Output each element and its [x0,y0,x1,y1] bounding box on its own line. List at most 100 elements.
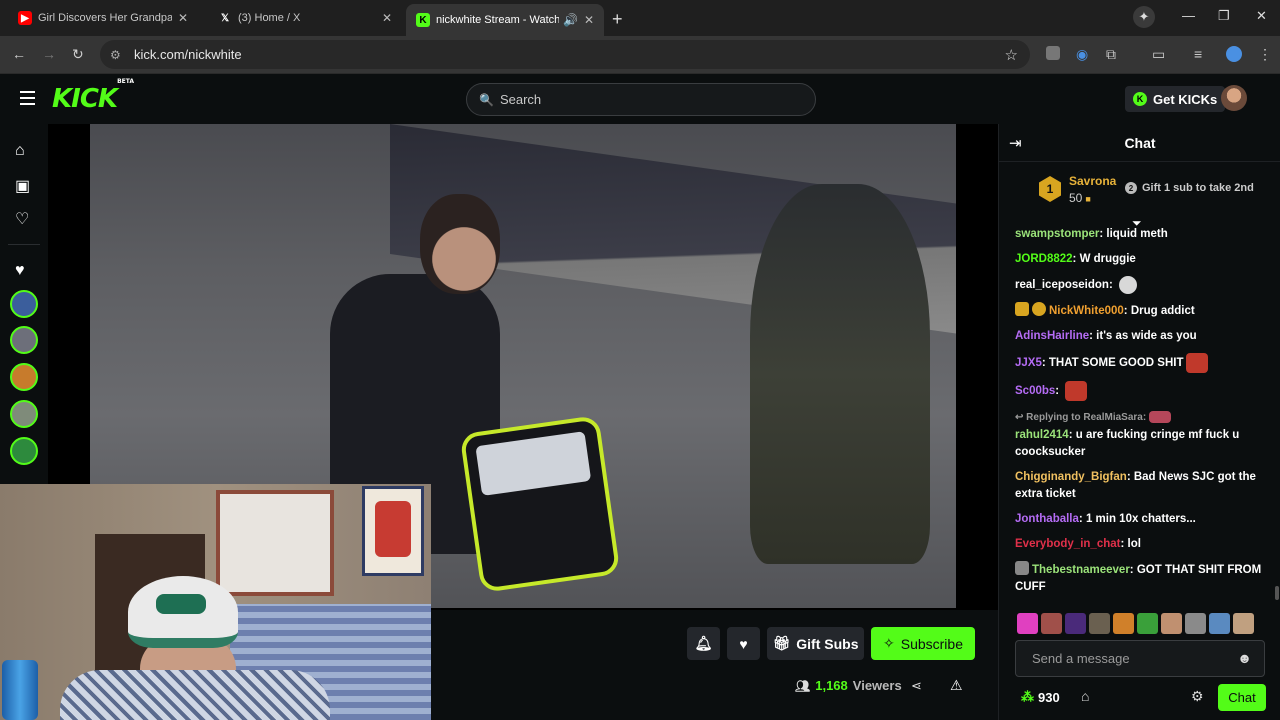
minimize-icon[interactable]: — [1182,8,1195,23]
send-chat-button[interactable]: Chat [1218,684,1266,711]
audio-extension-icon[interactable]: ◉ [1076,46,1088,63]
followed-channel-avatar[interactable] [10,326,38,354]
cast-icon[interactable]: ▭ [1152,46,1165,63]
emoji-picker-icon[interactable]: ☻ [1237,650,1252,666]
chat-username[interactable]: Everybody_in_chat [1015,538,1120,550]
gift-subs-label: Gift Subs [796,635,859,652]
get-kicks-button[interactable]: K Get KICKs [1125,86,1226,112]
chat-username[interactable]: swampstomper [1015,228,1099,240]
badge-icon [1015,561,1029,576]
forward-icon[interactable]: → [42,46,56,62]
bookmark-star-icon[interactable]: ☆ [1005,46,1018,64]
close-window-icon[interactable]: ✕ [1256,8,1267,24]
chat-username[interactable]: Sc00bs [1015,385,1055,397]
share-icon[interactable]: ⋖ [911,678,922,694]
chat-username[interactable]: NickWhite000 [1049,305,1124,317]
avatar[interactable] [1221,85,1247,111]
gear-icon[interactable]: ⚙ [1191,688,1204,705]
url-text: kick.com/nickwhite [134,47,242,62]
browser-tab-kick[interactable]: K nickwhite Stream - Watch L 🔊 ✕ [406,4,604,36]
gift-leaderboard[interactable]: 1 Savrona 50 ■ 2 Gift 1 sub to take 2nd [1039,172,1279,212]
chat-username[interactable]: Chigginandy_Bigfan [1015,471,1127,483]
leader-amount: 50 ■ [1069,191,1091,205]
followed-channel-avatar[interactable] [10,290,38,318]
follow-button[interactable]: ♥ [727,627,760,660]
speaker-icon[interactable]: 🔊 [563,13,578,27]
extension-icon[interactable] [1046,46,1060,60]
followed-channel-avatar[interactable] [10,400,38,428]
video-scene-bag [459,415,621,593]
subscribe-button[interactable]: ✧ Subscribe [871,627,975,660]
close-icon[interactable]: ✕ [178,11,188,25]
emote-bar [1017,613,1267,635]
emote-icon[interactable] [1137,613,1158,634]
chat-username[interactable]: Thebestnameever [1032,564,1130,576]
search-input[interactable]: 🔍 Search [466,83,816,116]
skull-emote-icon [1119,276,1137,294]
maximize-icon[interactable]: ❐ [1218,8,1230,24]
chat-message: NickWhite000: Drug addict [1015,302,1273,320]
logo-text: KICK [52,84,118,114]
gift-subs-button[interactable]: 🎁︎ Gift Subs [767,627,864,660]
kicks-icon: ⁂ [1021,689,1034,704]
kick-icon: K [416,13,430,27]
rank-two-icon: 2 [1125,182,1137,194]
leader-amount-value: 50 [1069,191,1083,205]
chat-text: liquid meth [1106,228,1168,240]
home-icon[interactable]: ⌂ [15,142,25,160]
menu-dots-icon[interactable]: ⋮ [1258,46,1272,63]
search-placeholder: Search [499,92,542,107]
emote-icon[interactable] [1017,613,1038,634]
emote-icon[interactable] [1041,613,1062,634]
kicks-balance[interactable]: ⁂ 930 [1021,689,1060,705]
kick-logo[interactable]: KICKBETA [52,78,134,114]
emote-icon[interactable] [1161,613,1182,634]
emote-icon[interactable] [1209,613,1230,634]
report-icon[interactable]: ⚠ [950,677,963,694]
reply-context: ↩ Replying to RealMiaSara: [1015,409,1273,426]
puzzle-icon[interactable]: ⧉ [1106,46,1116,63]
chat-username[interactable]: JJX5 [1015,357,1042,369]
viewers-label: Viewers [852,678,902,693]
menu-icon[interactable] [20,91,35,105]
emote-icon[interactable] [1113,613,1134,634]
reload-icon[interactable]: ↻ [72,46,84,63]
browse-icon[interactable]: ▣ [15,176,30,196]
store-icon[interactable]: ⌂ [1081,688,1089,704]
followed-channel-avatar[interactable] [10,437,38,465]
chat-message: Everybody_in_chat: lol [1015,538,1141,551]
browser-tab-youtube[interactable]: ▶ Girl Discovers Her Grandpa Is A ✕ [8,6,198,30]
chat-username[interactable]: JORD8822 [1015,253,1073,265]
new-tab-icon[interactable]: + [612,9,623,30]
chat-username[interactable]: real_iceposeidon [1015,279,1109,291]
media-icon[interactable]: ≡ [1194,46,1202,62]
gemini-icon[interactable]: ✦ [1133,6,1155,28]
emote-icon[interactable] [1089,613,1110,634]
notification-bell-button[interactable]: 🔔︎ [687,627,720,660]
followed-channel-avatar[interactable] [10,363,38,391]
emote-icon[interactable] [1065,613,1086,634]
chat-message: JORD8822: W druggie [1015,253,1136,265]
chat-message-input[interactable]: Send a message ☻ [1015,640,1265,677]
chat-username[interactable]: Jonthaballa [1015,513,1079,525]
gift-coin-icon: ■ [1085,194,1091,204]
chat-scrollbar[interactable] [1275,586,1279,600]
profile-icon[interactable] [1226,46,1242,62]
emote-icon[interactable] [1233,613,1254,634]
back-icon[interactable]: ← [12,46,26,62]
emote-icon[interactable] [1185,613,1206,634]
site-info-icon[interactable]: ⚙ [110,48,124,62]
viewer-count-value: 1,168 [815,678,848,693]
chat-username[interactable]: AdinsHairline [1015,330,1089,342]
webcam-overlay [0,484,431,720]
close-icon[interactable]: ✕ [584,13,594,27]
following-icon[interactable]: ♡ [15,209,29,229]
address-bar[interactable]: ⚙ kick.com/nickwhite ☆ [100,40,1030,69]
browser-tab-x[interactable]: 𝕏 (3) Home / X ✕ [208,6,402,30]
chat-text: THAT SOME GOOD SHIT [1048,357,1184,370]
video-scene-person [750,184,930,564]
chat-username[interactable]: rahul2414 [1015,429,1069,441]
heart-icon[interactable]: ♥ [15,262,25,280]
close-icon[interactable]: ✕ [382,11,392,25]
sparkle-icon: ✧ [883,635,895,651]
